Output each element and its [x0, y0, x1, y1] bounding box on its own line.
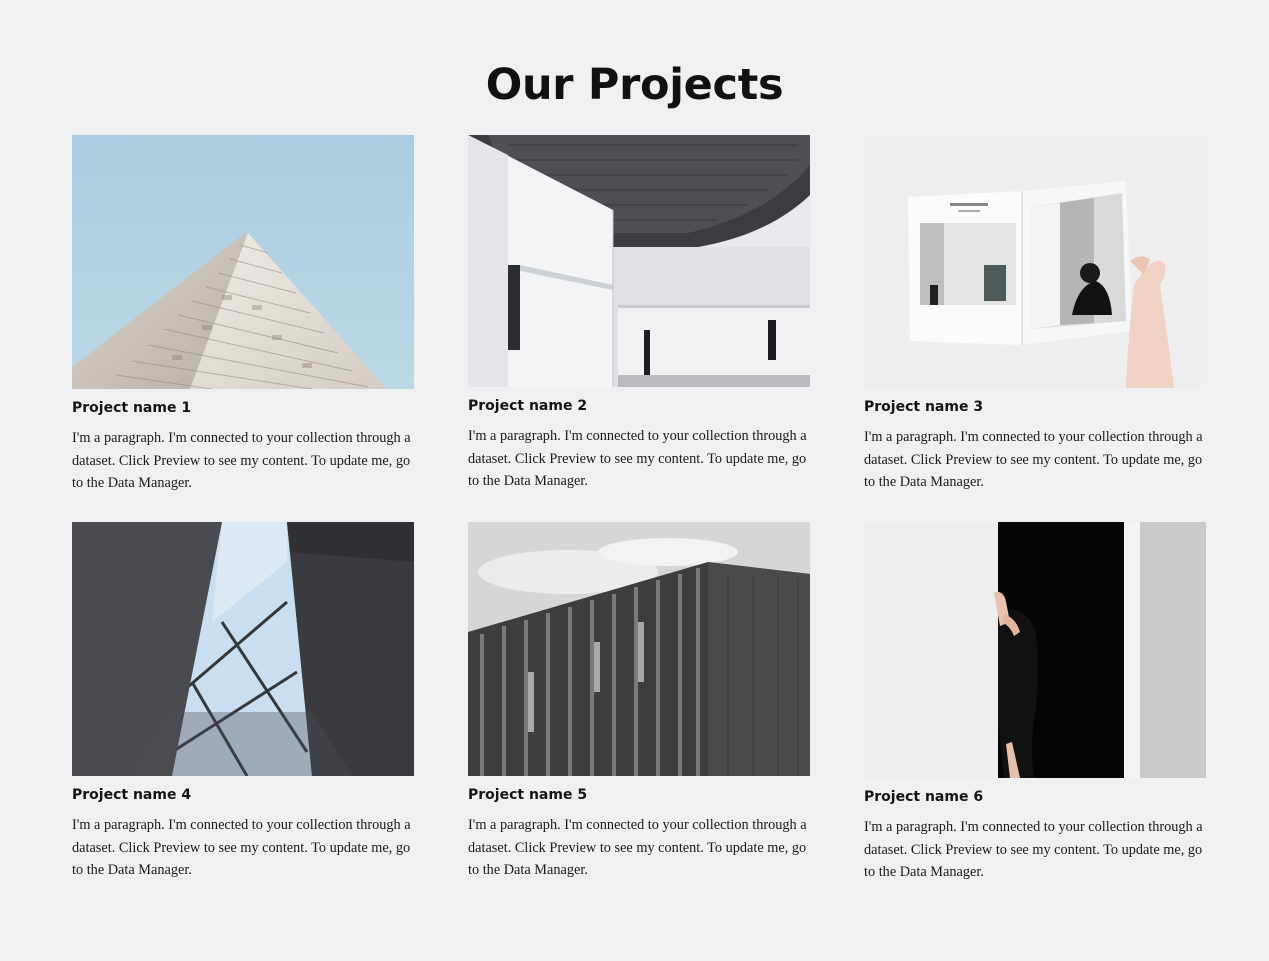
project-image-3[interactable] — [864, 135, 1206, 388]
project-image-6[interactable] — [864, 522, 1206, 778]
project-description: I'm a paragraph. I'm connected to your c… — [72, 430, 411, 491]
project-image-5[interactable] — [468, 522, 810, 776]
project-title[interactable]: Project name 1 — [72, 399, 191, 417]
white-building-image — [468, 135, 810, 387]
project-image-4[interactable] — [72, 522, 414, 776]
timber-building-image — [468, 522, 810, 776]
project-description: I'm a paragraph. I'm connected to your c… — [468, 428, 807, 489]
project-image-2[interactable] — [468, 135, 810, 387]
project-description: I'm a paragraph. I'm connected to your c… — [864, 429, 1203, 490]
project-title[interactable]: Project name 3 — [864, 398, 983, 416]
project-description: I'm a paragraph. I'm connected to your c… — [864, 819, 1203, 880]
pyramid-building-image — [72, 135, 414, 389]
project-title[interactable]: Project name 5 — [468, 786, 587, 804]
project-title[interactable]: Project name 2 — [468, 397, 587, 415]
skylight-image — [72, 522, 414, 776]
project-description: I'm a paragraph. I'm connected to your c… — [468, 817, 807, 878]
project-description: I'm a paragraph. I'm connected to your c… — [72, 817, 411, 878]
magazine-image — [864, 135, 1206, 388]
project-title[interactable]: Project name 4 — [72, 786, 191, 804]
project-title[interactable]: Project name 6 — [864, 788, 983, 806]
doorway-image — [864, 522, 1206, 778]
page-title: Our Projects — [485, 60, 784, 110]
project-image-1[interactable] — [72, 135, 414, 389]
